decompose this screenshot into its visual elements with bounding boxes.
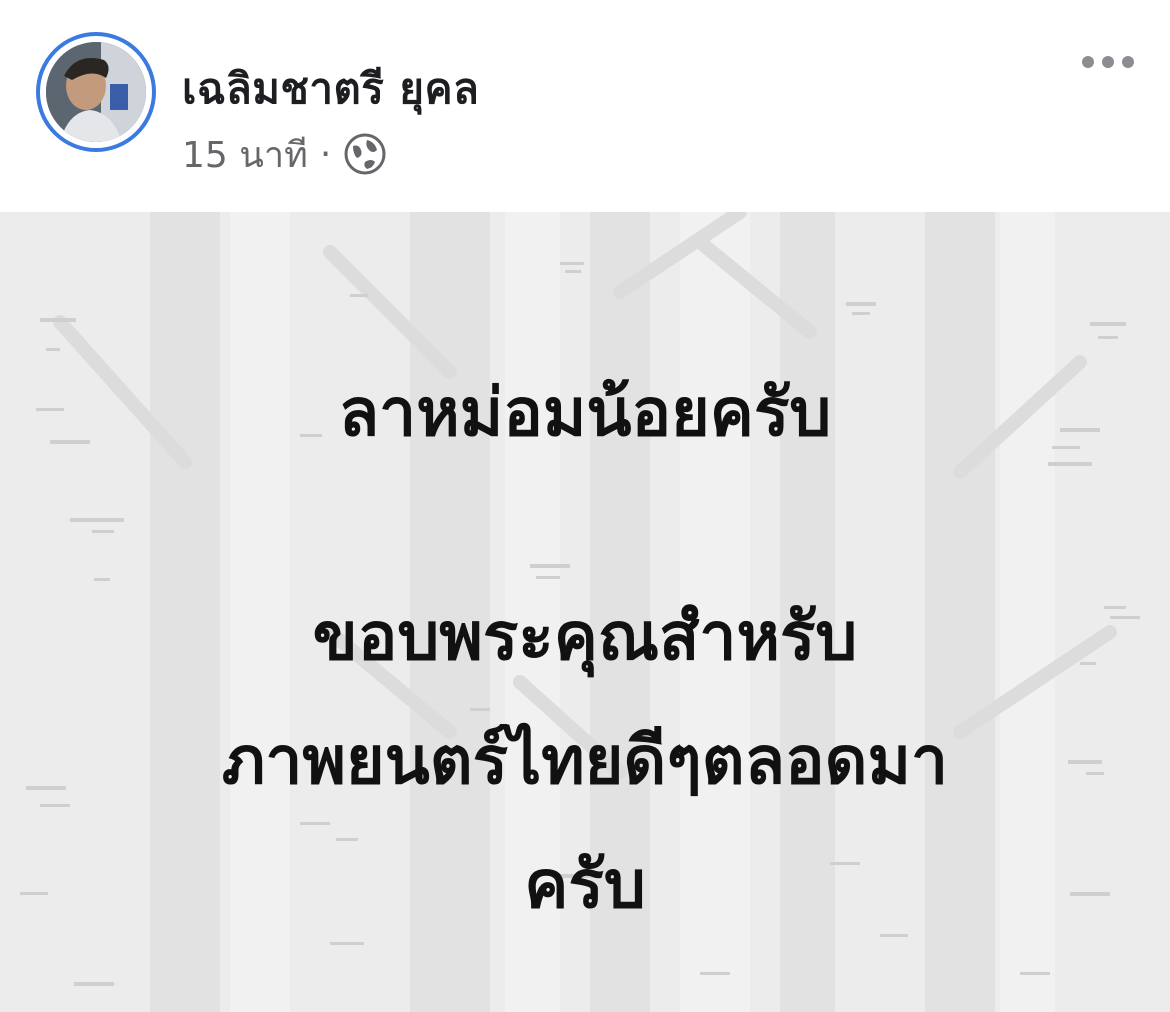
message-line: ครับ <box>524 846 646 923</box>
more-options-button[interactable] <box>1082 50 1134 74</box>
avatar-image <box>46 42 146 142</box>
message-line: ขอบพระคุณสำหรับ <box>312 598 858 675</box>
message-line: ภาพยนตร์ไทยดีๆตลอดมา <box>221 722 949 799</box>
avatar-photo <box>46 42 146 142</box>
message-line: ลาหม่อมน้อยครับ <box>338 374 832 451</box>
avatar[interactable] <box>36 32 156 152</box>
globe-icon[interactable] <box>343 132 387 176</box>
post-header: เฉลิมชาตรี ยุคล 15 นาที · <box>0 0 1170 212</box>
more-options-dot <box>1102 56 1114 68</box>
meta-separator: · <box>319 133 332 175</box>
author-name[interactable]: เฉลิมชาตรี ยุคล <box>182 56 479 122</box>
post-time[interactable]: 15 นาที <box>182 126 308 183</box>
post-meta: 15 นาที · <box>182 132 387 176</box>
more-options-dot <box>1122 56 1134 68</box>
more-options-icon <box>1082 56 1094 68</box>
post-background[interactable]: ลาหม่อมน้อยครับ ขอบพระคุณสำหรับ ภาพยนตร์… <box>0 212 1170 1012</box>
